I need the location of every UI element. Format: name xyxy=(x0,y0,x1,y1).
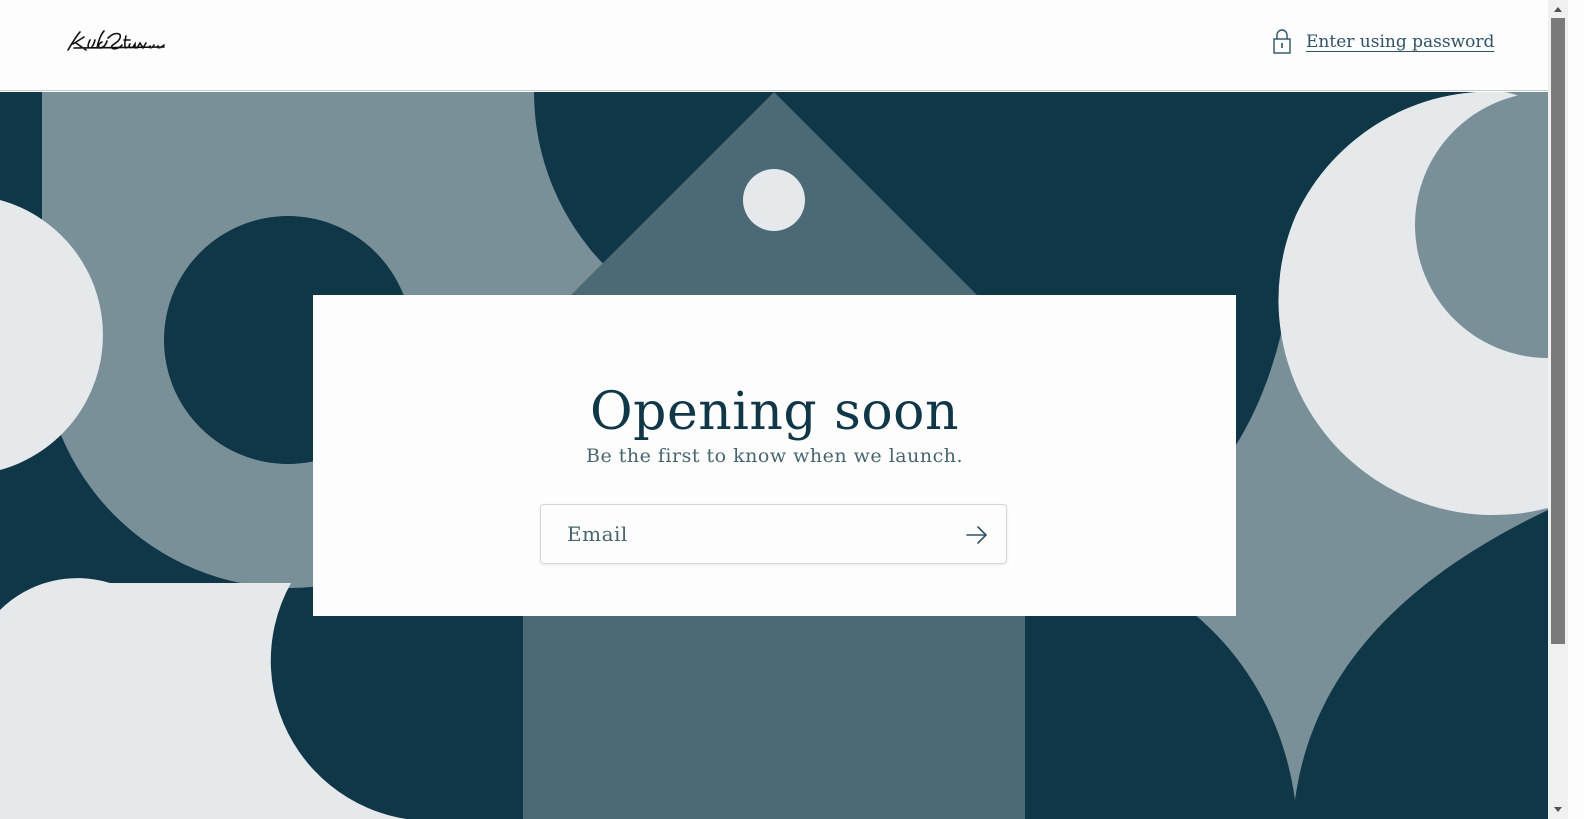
site-header: Enter using password xyxy=(0,0,1548,91)
page-title: Opening soon xyxy=(590,381,959,442)
email-field-label: Email xyxy=(567,522,628,546)
newsletter-card: Opening soon Be the first to know when w… xyxy=(313,295,1236,616)
password-link-label: Enter using password xyxy=(1306,32,1495,52)
enter-password-link[interactable]: Enter using password xyxy=(1270,28,1494,56)
scroll-up-arrow-icon[interactable] xyxy=(1548,0,1568,18)
email-field[interactable]: Email xyxy=(540,504,1007,564)
window-edge xyxy=(1568,0,1584,819)
scrollbar-thumb[interactable] xyxy=(1551,18,1565,644)
scroll-down-arrow-icon[interactable] xyxy=(1548,801,1568,819)
vertical-scrollbar[interactable] xyxy=(1548,0,1568,819)
brand-logo[interactable] xyxy=(64,28,168,56)
page-subtitle: Be the first to know when we launch. xyxy=(586,445,963,467)
arrow-right-icon[interactable] xyxy=(964,523,990,547)
lock-icon xyxy=(1273,29,1291,54)
